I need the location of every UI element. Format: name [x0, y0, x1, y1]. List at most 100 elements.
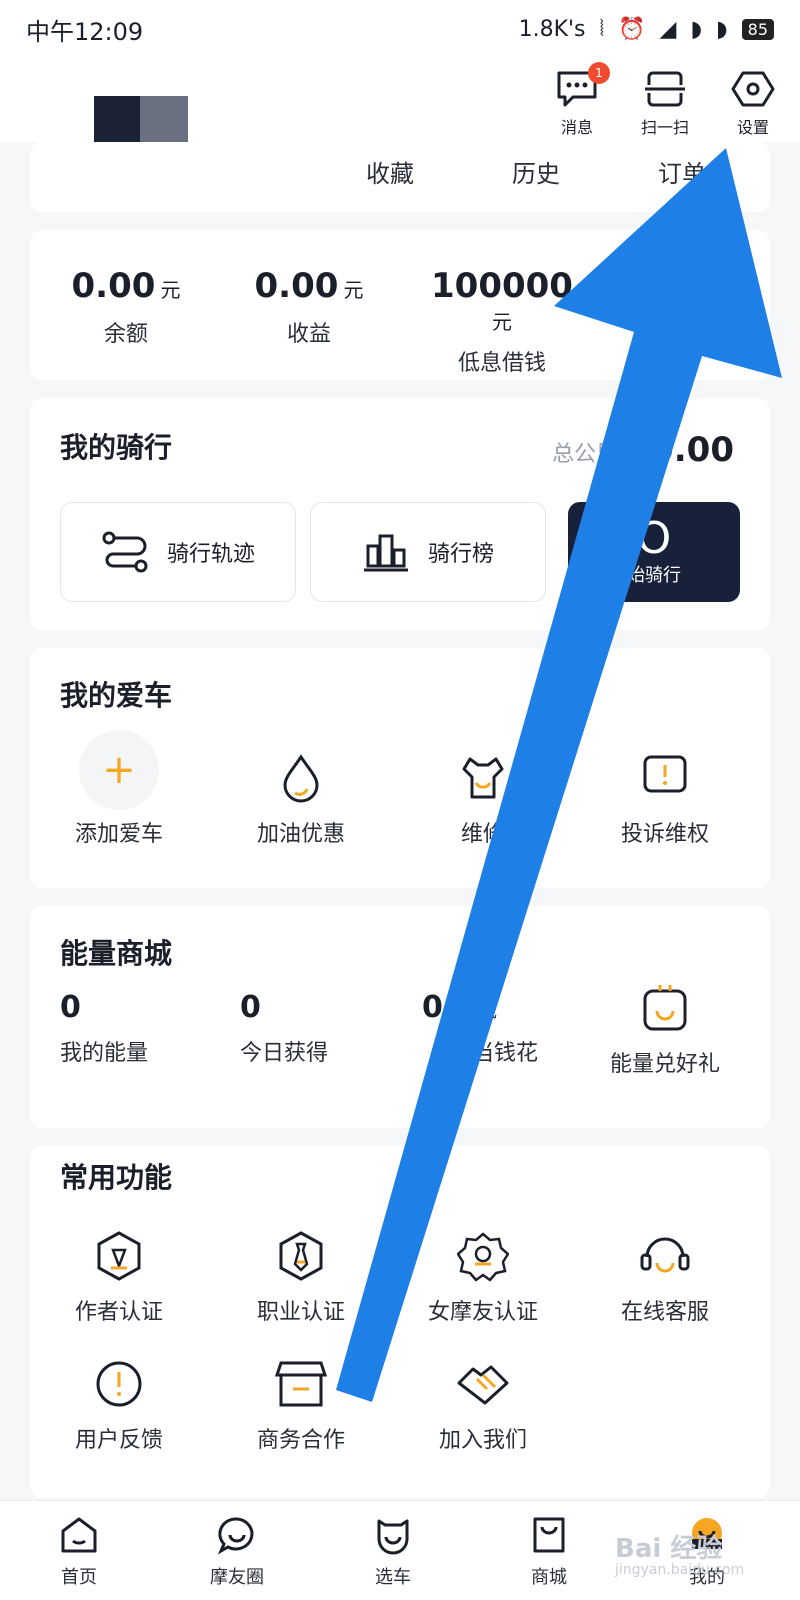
plus-icon: +	[79, 730, 159, 810]
start-ride-label: 始骑行	[627, 565, 681, 586]
start-ride-button[interactable]: O 始骑行	[568, 502, 740, 602]
deduct-value: 0	[422, 990, 443, 1025]
gift-face-icon	[643, 985, 687, 1031]
feedback-button[interactable]: 用户反馈	[34, 1354, 204, 1454]
scan-button[interactable]: 扫一扫	[636, 68, 694, 138]
fuel-discount-button[interactable]: 加油优惠	[216, 748, 386, 848]
helmet-icon	[377, 1519, 409, 1555]
author-cert-button[interactable]: 作者认证	[34, 1226, 204, 1326]
watermark-logo: Bai 经验	[615, 1534, 723, 1564]
signal-icon: ◢	[659, 16, 677, 42]
ride-title: 我的骑行	[60, 431, 173, 464]
balance-label: 余额	[103, 322, 148, 347]
nav-community[interactable]: 摩友圈	[182, 1511, 292, 1589]
ride-rank-button[interactable]: 骑行榜	[310, 502, 546, 602]
nav-mall[interactable]: 商城	[494, 1511, 604, 1589]
flower-badge-icon	[457, 1232, 509, 1282]
fuel-discount-label: 加油优惠	[256, 822, 345, 847]
tie-badge-icon	[279, 1231, 323, 1281]
ride-rank-label: 骑行榜	[427, 542, 494, 567]
alert-circle-icon	[96, 1361, 142, 1407]
complaint-button[interactable]: 投诉维权	[580, 748, 750, 848]
settings-button[interactable]: 设置	[724, 68, 782, 138]
message-icon: 1	[554, 62, 610, 110]
balance-value: 0.00	[71, 266, 156, 306]
deduct-label: 当钱花	[472, 1041, 539, 1066]
chat-bubble-icon	[217, 1517, 254, 1555]
my-car-card: 我的爱车 + 添加爱车 加油优惠 维修 投诉维权	[30, 648, 770, 888]
wallet-card: 0.00 元 余额 0.00 元 收益 100000 元 低息借钱	[30, 230, 770, 380]
female-rider-cert-button[interactable]: 女摩友认证	[398, 1226, 568, 1326]
nav-choose-car-label: 选车	[375, 1567, 411, 1588]
today-energy-label: 今日获得	[240, 1041, 329, 1066]
income-item[interactable]: 0.00 元 收益	[244, 266, 374, 348]
battery-icon: 85	[741, 18, 774, 40]
wrench-icon	[462, 757, 504, 799]
store-icon	[275, 1361, 327, 1407]
watermark-url: jingyan.baidu.com	[615, 1562, 745, 1578]
my-energy-item[interactable]: 0 我的能量	[60, 990, 148, 1067]
join-us-label: 加入我们	[438, 1428, 527, 1453]
repair-button[interactable]: 维修	[398, 748, 568, 848]
route-icon	[102, 531, 148, 573]
shopping-bag-icon	[533, 1517, 565, 1553]
status-time: 中午12:09	[26, 17, 144, 46]
business-coop-label: 商务合作	[256, 1428, 345, 1453]
status-icons: 1.8K's ⦚ ⏰ ◢ ◗ ◗ 85	[519, 17, 774, 42]
settings-icon	[730, 68, 776, 110]
alarm-icon: ⏰	[618, 16, 646, 42]
profile-tabs: 收藏 历史 订单	[30, 142, 770, 212]
scan-label: 扫一扫	[640, 118, 689, 137]
wifi-icon-2: ◗	[716, 16, 728, 42]
author-cert-label: 作者认证	[74, 1300, 163, 1325]
loan-unit: 元	[492, 310, 512, 334]
message-badge: 1	[588, 62, 610, 84]
loan-value: 100000	[431, 266, 573, 306]
repair-label: 维修	[460, 822, 505, 847]
tab-orders[interactable]: 订单	[658, 154, 706, 189]
my-energy-label: 我的能量	[60, 1041, 149, 1066]
nav-home-label: 首页	[61, 1567, 97, 1588]
top-actions: 1 消息 扫一扫 设置	[548, 62, 782, 138]
today-energy-item[interactable]: 0 今日获得	[240, 990, 328, 1067]
balance-unit: 元	[160, 278, 181, 302]
female-rider-cert-label: 女摩友认证	[427, 1300, 538, 1325]
balance-item[interactable]: 0.00 元 余额	[66, 266, 186, 348]
loan-item[interactable]: 100000 元 低息借钱	[422, 266, 582, 377]
add-car-button[interactable]: + 添加爱车	[34, 728, 204, 848]
join-us-button[interactable]: 加入我们	[398, 1354, 568, 1454]
avatar-blur	[140, 96, 188, 142]
income-unit: 元	[343, 278, 364, 302]
avatar[interactable]	[94, 96, 140, 142]
vibrate-icon: ⦚	[599, 16, 605, 42]
messages-button[interactable]: 1 消息	[548, 62, 610, 138]
start-ride-glyph: O	[636, 513, 672, 564]
common-functions-card: 常用功能 作者认证 职业认证 女摩友认证 在线客服 用户反馈 商务合作 加入我们	[30, 1146, 770, 1498]
add-car-label: 添加爱车	[74, 822, 163, 847]
energy-exchange-button[interactable]: 能量兑好礼	[580, 978, 750, 1078]
business-coop-button[interactable]: 商务合作	[216, 1354, 386, 1454]
energy-exchange-label: 能量兑好礼	[609, 1052, 720, 1077]
deduct-item[interactable]: 0元可抵 当钱花	[422, 990, 538, 1067]
nav-choose-car[interactable]: 选车	[338, 1511, 448, 1589]
online-service-button[interactable]: 在线客服	[580, 1226, 750, 1326]
nav-mall-label: 商城	[531, 1567, 567, 1588]
tab-history[interactable]: 历史	[512, 154, 560, 189]
feedback-label: 用户反馈	[74, 1428, 163, 1453]
functions-title: 常用功能	[60, 1161, 173, 1194]
pen-badge-icon	[97, 1231, 141, 1281]
job-cert-button[interactable]: 职业认证	[216, 1226, 386, 1326]
alert-message-icon	[643, 755, 687, 793]
online-service-label: 在线客服	[620, 1300, 709, 1325]
settings-label: 设置	[736, 118, 769, 137]
wifi-icon: ◗	[690, 16, 703, 42]
my-energy-value: 0	[60, 990, 81, 1025]
ride-total: 总公里数 0.00	[552, 430, 734, 470]
handshake-icon	[457, 1365, 509, 1405]
job-cert-label: 职业认证	[256, 1300, 345, 1325]
energy-mall-card: 能量商城 0 我的能量 0 今日获得 0元可抵 当钱花 能量兑好礼	[30, 906, 770, 1128]
total-km-label: 总公里数	[552, 442, 641, 467]
nav-home[interactable]: 首页	[24, 1511, 134, 1589]
tab-favorites[interactable]: 收藏	[366, 154, 414, 189]
ride-track-button[interactable]: 骑行轨迹	[60, 502, 296, 602]
